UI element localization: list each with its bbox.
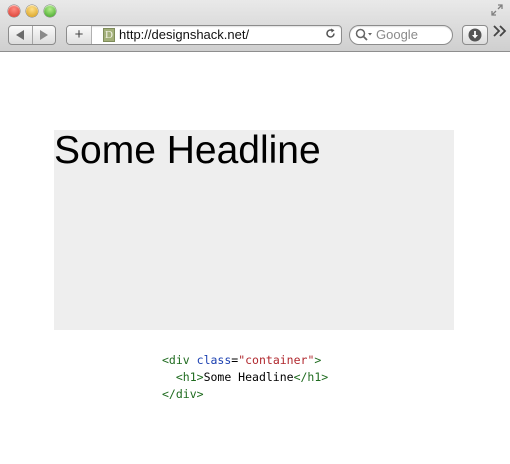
favicon: D (103, 28, 115, 42)
download-icon (468, 28, 482, 42)
code-h1-close: </h1> (293, 370, 329, 384)
container-box: Some Headline (54, 130, 454, 330)
reload-icon (326, 28, 335, 38)
forward-icon (40, 30, 49, 40)
search-field[interactable]: Google (349, 25, 453, 45)
reload-button[interactable] (325, 26, 336, 44)
browser-toolbar: + D http://designshack.net/ Google (0, 0, 510, 52)
search-placeholder: Google (376, 27, 418, 42)
downloads-button[interactable] (462, 25, 488, 45)
code-div-close: </div> (162, 387, 204, 401)
forward-button[interactable] (31, 26, 56, 44)
window-controls (8, 5, 56, 17)
page-headline: Some Headline (54, 129, 321, 172)
fullscreen-icon[interactable] (490, 4, 504, 18)
code-div-open: <div (162, 353, 190, 367)
minimize-window-button[interactable] (26, 5, 38, 17)
code-attr-name: class (196, 353, 232, 367)
url-text[interactable]: http://designshack.net/ (119, 26, 249, 44)
zoom-window-button[interactable] (44, 5, 56, 17)
back-button[interactable] (9, 26, 32, 44)
address-bar[interactable]: + D http://designshack.net/ (66, 25, 342, 45)
code-h1-open: <h1> (175, 370, 204, 384)
search-icon (355, 28, 372, 42)
back-forward-buttons (8, 25, 56, 45)
code-h1-text: Some Headline (203, 370, 294, 384)
code-attr-value: "container" (238, 353, 315, 367)
code-div-open-close: > (314, 353, 322, 367)
add-bookmark-button[interactable]: + (67, 26, 92, 44)
close-window-button[interactable] (8, 5, 20, 17)
overflow-chevron-icon[interactable] (493, 24, 507, 44)
back-icon (15, 30, 24, 40)
code-snippet: <div class="container"> <h1>Some Headlin… (162, 352, 328, 403)
